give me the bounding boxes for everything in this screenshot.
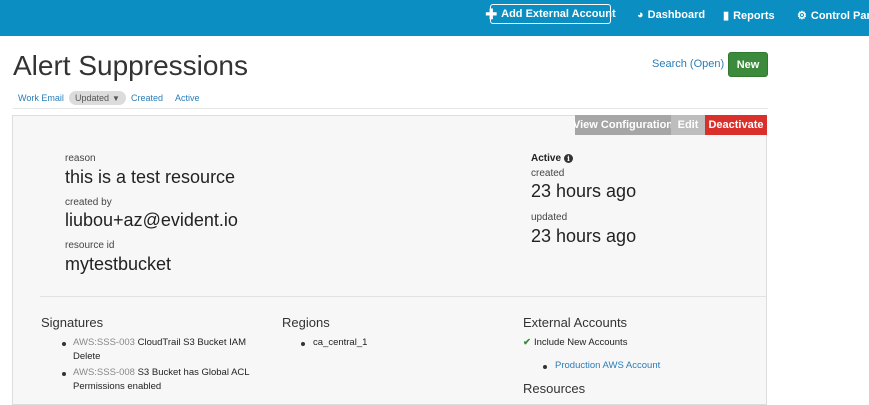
add-external-account-button[interactable]: ✚ Add External Account xyxy=(485,4,616,24)
divider xyxy=(13,108,768,109)
sort-updated[interactable]: Updated ▼ xyxy=(69,91,126,105)
nav-control-panel-label: Control Panel xyxy=(810,9,869,22)
nav-reports[interactable]: ▮ Reports xyxy=(723,9,775,23)
bar-chart-icon: ▮ xyxy=(723,10,730,22)
add-external-account-label: Add External Account xyxy=(501,8,616,20)
updated-value: 23 hours ago xyxy=(531,226,637,246)
bullet-icon xyxy=(543,365,547,369)
include-new-accounts: ✔ Include New Accounts xyxy=(523,336,627,350)
signature-id[interactable]: AWS:SSS-003 xyxy=(73,337,135,348)
signatures-heading: Signatures xyxy=(41,315,104,330)
external-accounts-heading: External Accounts xyxy=(523,315,628,330)
updated-label: updated xyxy=(531,212,568,223)
resource-id-value: mytestbucket xyxy=(65,254,172,274)
nav-reports-label: Reports xyxy=(733,9,775,22)
signature-text-cont: Delete xyxy=(73,351,101,362)
regions-heading: Regions xyxy=(282,315,330,330)
external-account-link[interactable]: Production AWS Account xyxy=(555,359,660,373)
new-button[interactable]: New xyxy=(728,52,768,77)
reason-value: this is a test resource xyxy=(65,167,236,187)
page-title: Alert Suppressions xyxy=(13,50,249,81)
resource-id-label: resource id xyxy=(65,240,115,251)
created-by-value: liubou+az@evident.io xyxy=(65,210,238,230)
cogs-icon: ⚙ xyxy=(797,10,807,22)
signature-text: S3 Bucket has Global ACL xyxy=(137,367,250,378)
top-navbar: ✚ Add External Account ◕ Dashboard ▮ Rep… xyxy=(0,0,869,36)
include-new-accounts-label: Include New Accounts xyxy=(533,337,628,348)
edit-button[interactable]: Edit xyxy=(671,115,705,135)
nav-control-panel[interactable]: ⚙ Control Panel xyxy=(797,9,869,23)
sort-active[interactable]: Active xyxy=(175,93,200,103)
status-label: Active xyxy=(531,153,562,164)
sort-created[interactable]: Created xyxy=(131,93,163,103)
search-open-link[interactable]: Search (Open) xyxy=(652,58,724,70)
caret-down-icon: ▼ xyxy=(112,93,120,103)
view-configuration-button[interactable]: View Configuration xyxy=(573,115,673,135)
created-value: 23 hours ago xyxy=(531,181,637,201)
resources-heading: Resources xyxy=(523,381,586,396)
bullet-icon xyxy=(62,372,66,376)
nav-dashboard[interactable]: ◕ Dashboard xyxy=(637,9,705,21)
divider xyxy=(40,296,767,297)
nav-dashboard-label: Dashboard xyxy=(647,9,706,21)
check-icon: ✔ xyxy=(523,337,531,348)
info-icon[interactable]: i xyxy=(564,154,574,163)
deactivate-button[interactable]: Deactivate xyxy=(705,115,767,135)
signature-text-cont: Permissions enabled xyxy=(73,381,162,392)
signature-text: CloudTrail S3 Bucket IAM xyxy=(137,337,247,348)
sort-updated-label: Updated xyxy=(75,93,110,103)
signature-item: AWS:SSS-008 S3 Bucket has Global ACL Per… xyxy=(73,366,263,394)
signature-item: AWS:SSS-003 CloudTrail S3 Bucket IAM Del… xyxy=(73,336,263,364)
created-by-label: created by xyxy=(65,197,112,208)
sort-work-email[interactable]: Work Email xyxy=(18,93,64,103)
created-label: created xyxy=(531,168,565,179)
region-item: ca_central_1 xyxy=(313,337,368,348)
bullet-icon xyxy=(62,342,66,346)
tachometer-icon: ◕ xyxy=(637,9,644,21)
plus-icon: ✚ xyxy=(485,6,498,22)
signature-id[interactable]: AWS:SSS-008 xyxy=(73,367,135,378)
reason-label: reason xyxy=(65,153,96,164)
bullet-icon xyxy=(301,342,305,346)
status-badge: Active i xyxy=(531,153,574,164)
